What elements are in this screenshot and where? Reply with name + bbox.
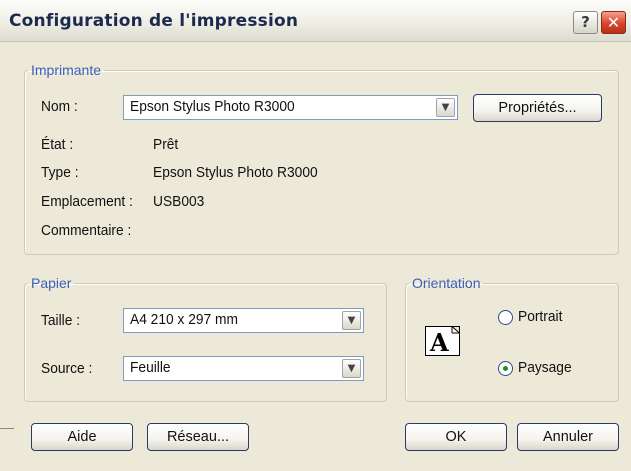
printer-location-label: Emplacement : <box>41 194 133 210</box>
printer-name-value: Epson Stylus Photo R3000 <box>130 99 295 115</box>
close-button[interactable]: ✕ <box>601 11 626 34</box>
chevron-down-icon[interactable]: ▼ <box>342 359 361 378</box>
ok-button[interactable]: OK <box>405 423 507 451</box>
print-setup-dialog: Configuration de l'impression ? ✕ Imprim… <box>0 0 631 471</box>
help-button[interactable]: Aide <box>31 423 133 451</box>
orientation-icon-letter: A <box>429 328 449 357</box>
properties-button[interactable]: Propriétés... <box>473 94 602 122</box>
network-button[interactable]: Réseau... <box>147 423 249 451</box>
chevron-down-icon[interactable]: ▼ <box>436 98 455 117</box>
printer-type-value: Epson Stylus Photo R3000 <box>153 165 318 181</box>
portrait-label[interactable]: Portrait <box>518 309 562 325</box>
landscape-page-icon: A <box>425 326 460 357</box>
cancel-button[interactable]: Annuler <box>517 423 619 451</box>
title-bar[interactable]: Configuration de l'impression ? ✕ <box>0 0 631 42</box>
landscape-radio-selected-dot <box>503 366 508 371</box>
printer-type-label: Type : <box>41 165 79 181</box>
orientation-group-legend: Orientation <box>412 275 481 291</box>
printer-location-value: USB003 <box>153 194 205 210</box>
landscape-label[interactable]: Paysage <box>518 360 572 376</box>
paper-source-label: Source : <box>41 361 93 377</box>
chevron-down-icon[interactable]: ▼ <box>342 311 361 330</box>
printer-name-select[interactable]: Epson Stylus Photo R3000 ▼ <box>123 95 458 120</box>
divider <box>0 428 14 429</box>
paper-group-legend: Papier <box>31 275 72 291</box>
printer-state-label: État : <box>41 137 74 153</box>
paper-source-value: Feuille <box>130 360 171 376</box>
printer-group-legend: Imprimante <box>31 62 102 78</box>
printer-state-value: Prêt <box>153 137 179 153</box>
printer-name-label: Nom : <box>41 99 78 115</box>
window-title: Configuration de l'impression <box>9 11 299 31</box>
landscape-radio[interactable] <box>498 361 513 376</box>
help-title-button[interactable]: ? <box>573 11 598 34</box>
paper-size-label: Taille : <box>41 313 81 329</box>
paper-group: Papier <box>24 275 387 402</box>
portrait-radio[interactable] <box>498 310 513 325</box>
paper-size-value: A4 210 x 297 mm <box>130 312 238 328</box>
printer-comment-label: Commentaire : <box>41 223 132 239</box>
paper-size-select[interactable]: A4 210 x 297 mm ▼ <box>123 308 364 333</box>
paper-source-select[interactable]: Feuille ▼ <box>123 356 364 381</box>
